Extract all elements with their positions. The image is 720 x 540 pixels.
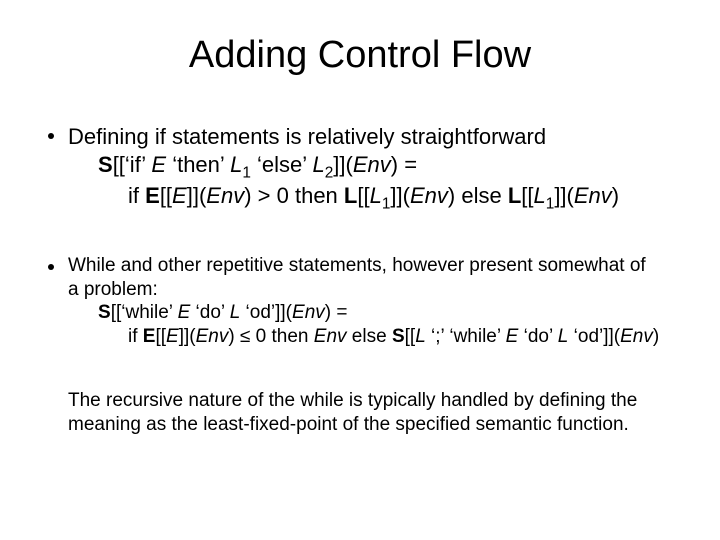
trailer-line1: The recursive nature of the while is typ… xyxy=(68,390,637,411)
sym-E: E xyxy=(145,183,160,208)
sub: 2 xyxy=(325,164,334,181)
bullet-dot-icon xyxy=(48,133,54,139)
txt: [[ xyxy=(357,183,369,208)
sym-L: L xyxy=(558,326,569,347)
sym-Env: Env xyxy=(292,302,325,323)
sym-Env: Env xyxy=(196,326,229,347)
txt: [[‘while’ xyxy=(111,302,178,323)
txt: ) = xyxy=(325,302,348,323)
txt: ‘;’ ‘while’ xyxy=(426,326,506,347)
if-body-line: if E[[E]](Env) > 0 then L[[L1]](Env) els… xyxy=(68,182,619,214)
sym-Env: Env xyxy=(410,183,448,208)
txt: ) else xyxy=(448,183,508,208)
sym-E: E xyxy=(143,326,156,347)
sym-E: E xyxy=(151,152,166,177)
bullet-while-content: While and other repetitive statements, h… xyxy=(68,254,659,349)
while-lead2: a problem: xyxy=(68,279,158,300)
bullet-if: Defining if statements is relatively str… xyxy=(48,123,672,214)
txt: ]]( xyxy=(179,326,196,347)
sym-S: S xyxy=(98,302,111,323)
txt: ‘else’ xyxy=(251,152,313,177)
if-def-line: S[[‘if’ E ‘then’ L1 ‘else’ L2]](Env) = xyxy=(68,151,619,183)
sub: 1 xyxy=(242,164,251,181)
txt: ) ≤ 0 then xyxy=(228,326,313,347)
sym-L: L xyxy=(230,152,242,177)
sym-Env: Env xyxy=(620,326,653,347)
txt: ]]( xyxy=(333,152,353,177)
sym-E: E xyxy=(172,183,187,208)
txt: [[ xyxy=(160,183,172,208)
sym-L: L xyxy=(415,326,426,347)
txt: [[ xyxy=(405,326,416,347)
txt: ]]( xyxy=(554,183,574,208)
txt: ‘do’ xyxy=(518,326,557,347)
sym-E: E xyxy=(506,326,519,347)
sym-E: E xyxy=(166,326,179,347)
slide: Adding Control Flow Defining if statemen… xyxy=(0,0,720,436)
txt: [[ xyxy=(521,183,533,208)
txt: ]]( xyxy=(187,183,207,208)
sym-Env: Env xyxy=(574,183,612,208)
bullet-if-content: Defining if statements is relatively str… xyxy=(68,123,619,214)
sym-L: L xyxy=(230,302,241,323)
sym-E: E xyxy=(178,302,191,323)
sym-L: L xyxy=(312,152,324,177)
txt: ‘then’ xyxy=(166,152,230,177)
txt: [[‘if’ xyxy=(113,152,152,177)
sym-Env: Env xyxy=(314,326,347,347)
sym-S: S xyxy=(98,152,113,177)
txt: else xyxy=(347,326,392,347)
slide-title: Adding Control Flow xyxy=(48,34,672,77)
trailer-paragraph: The recursive nature of the while is typ… xyxy=(68,389,672,437)
sym-L: L xyxy=(508,183,521,208)
sym-L: L xyxy=(534,183,546,208)
txt: ‘od’]]( xyxy=(240,302,292,323)
txt: ]]( xyxy=(390,183,410,208)
txt: if xyxy=(128,326,143,347)
bullet-dot-icon xyxy=(48,264,54,270)
bullet-while: While and other repetitive statements, h… xyxy=(48,254,672,349)
sym-L: L xyxy=(344,183,357,208)
sym-Env: Env xyxy=(353,152,391,177)
txt: if xyxy=(128,183,145,208)
txt: ‘do’ xyxy=(190,302,229,323)
sym-S: S xyxy=(392,326,405,347)
while-body-line: if E[[E]](Env) ≤ 0 then Env else S[[L ‘;… xyxy=(68,325,659,349)
txt: ) xyxy=(653,326,659,347)
if-lead: Defining if statements is relatively str… xyxy=(68,124,546,149)
txt: ) = xyxy=(391,152,417,177)
sym-Env: Env xyxy=(206,183,244,208)
txt: [[ xyxy=(155,326,166,347)
sym-L: L xyxy=(370,183,382,208)
txt: ‘od’]]( xyxy=(568,326,620,347)
while-def-line: S[[‘while’ E ‘do’ L ‘od’]](Env) = xyxy=(68,301,659,325)
trailer-line2: meaning as the least-fixed-point of the … xyxy=(68,414,629,435)
while-lead1: While and other repetitive statements, h… xyxy=(68,255,646,276)
txt: ) xyxy=(612,183,619,208)
txt: ) > 0 then xyxy=(244,183,344,208)
